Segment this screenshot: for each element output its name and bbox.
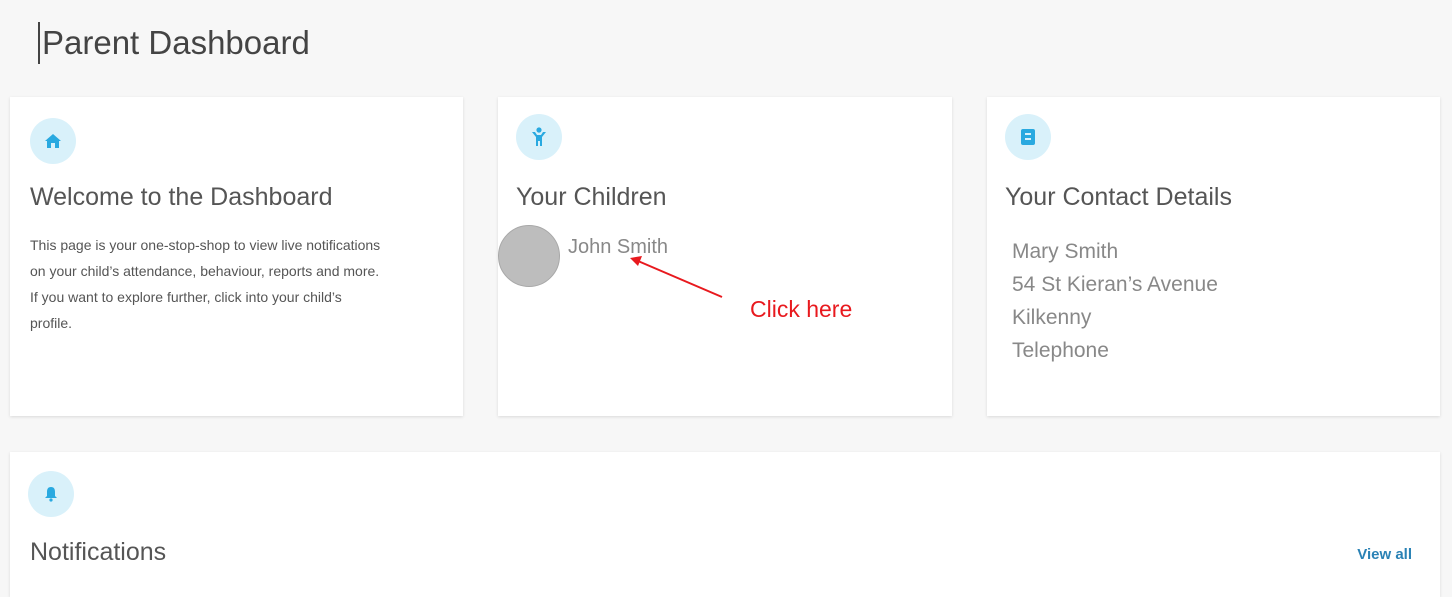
bell-icon [28,471,74,517]
contact-name: Mary Smith [1012,240,1119,263]
annotation-label: Click here [750,296,853,322]
welcome-line: profile. [30,315,73,331]
child-icon [516,114,562,160]
page-title: Parent Dashboard [38,22,310,64]
view-all-link[interactable]: View all [1357,546,1412,563]
contact-telephone: Telephone [1012,339,1109,362]
child-name-link[interactable]: John Smith [568,236,668,259]
child-avatar[interactable] [498,225,560,287]
welcome-card: Welcome to the Dashboard This page is yo… [10,97,463,416]
notifications-card: Notifications View all [10,452,1440,597]
welcome-title: Welcome to the Dashboard [30,183,333,211]
home-icon [30,118,76,164]
contact-card: Your Contact Details Mary Smith 54 St Ki… [987,97,1440,416]
children-card: Your Children John Smith [498,97,952,416]
welcome-line: This page is your one-stop-shop to view … [30,237,381,253]
notifications-title: Notifications [30,538,167,566]
welcome-line: If you want to explore further, click in… [30,289,342,305]
contact-town: Kilkenny [1012,306,1092,329]
children-title: Your Children [516,183,667,211]
contact-book-icon [1005,114,1051,160]
welcome-description: This page is your one-stop-shop to view … [30,232,455,336]
contact-details: Mary Smith 54 St Kieran’s Avenue Kilkenn… [1012,235,1218,367]
contact-title: Your Contact Details [1005,183,1232,211]
welcome-line: on your child’s attendance, behaviour, r… [30,263,380,279]
contact-address: 54 St Kieran’s Avenue [1012,273,1218,296]
